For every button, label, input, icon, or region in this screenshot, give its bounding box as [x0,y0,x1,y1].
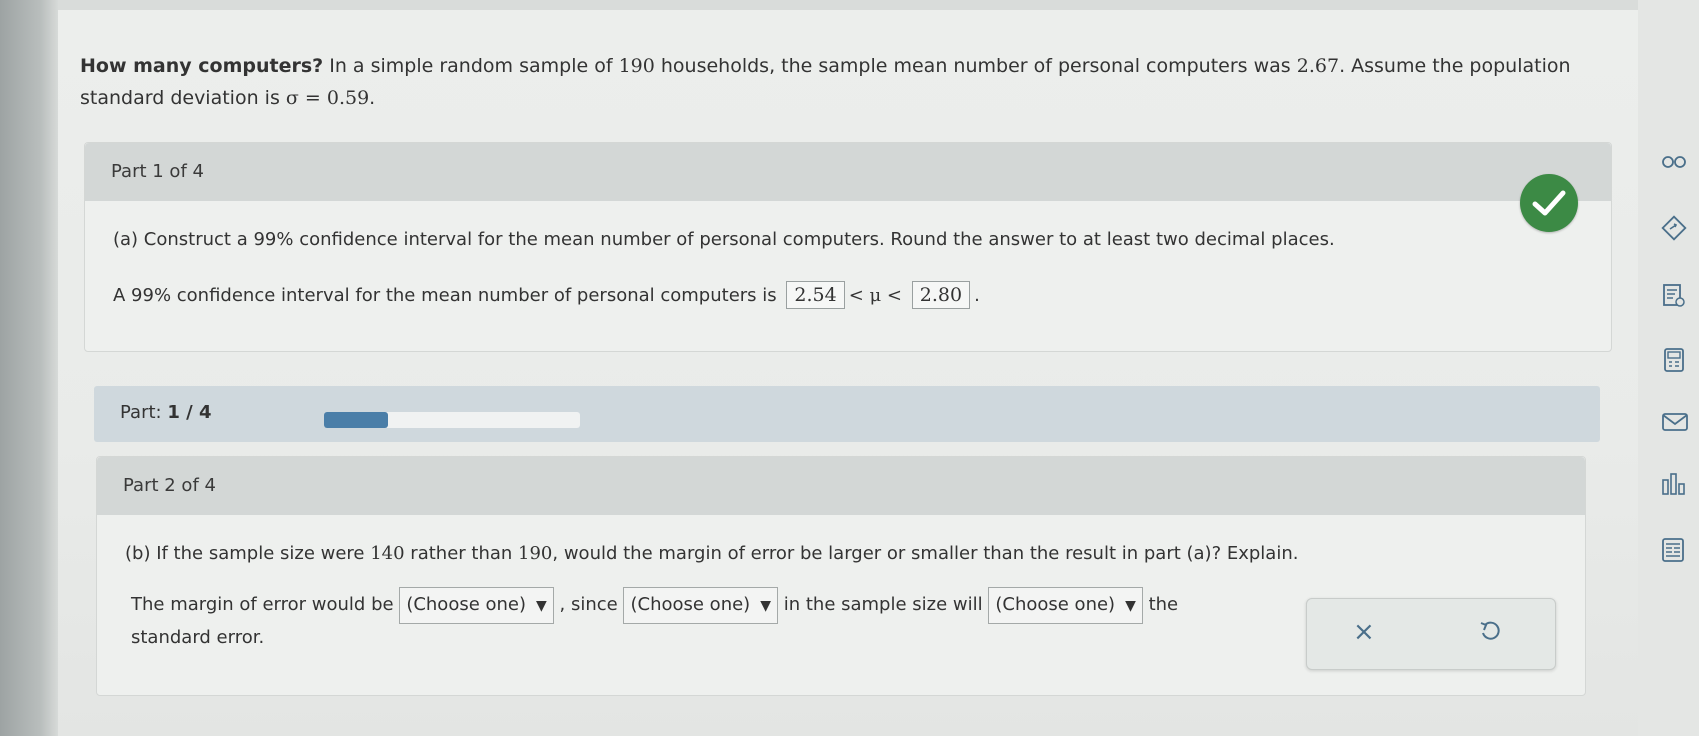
progress-fill [324,412,388,428]
progress-track [324,412,580,428]
question-text: How many computers? In a simple random s… [80,50,1580,114]
std-error-dropdown[interactable]: (Choose one) ▼ [988,587,1143,624]
part1-answer-line: A 99% confidence interval for the mean n… [113,281,980,309]
part1-answer-text: A 99% confidence interval for the mean n… [113,285,777,306]
part1-answer-end: . [974,285,980,306]
question-text-1: In a simple random sample of [323,55,619,77]
infinity-icon[interactable] [1660,152,1688,180]
part1-header: Part 1 of 4 [85,143,1611,201]
lower-bound-input[interactable]: 2.54 [786,281,845,309]
old-sample-size: 190 [518,543,553,564]
data-table-icon[interactable] [1660,536,1688,564]
part1-title: Part 1 of 4 [111,161,204,182]
part2-sentence-1: The margin of error would be [131,594,394,615]
sample-change-dropdown[interactable]: (Choose one) ▼ [623,587,778,624]
part-progress: Part: 1 / 4 [94,386,1600,442]
gradebook-icon[interactable] [1660,470,1688,498]
dropdown-arrow-icon: ▼ [760,598,771,614]
top-bar [58,0,1699,10]
part2-prompt-1: (b) If the sample size were [125,543,371,564]
progress-label-text: Part: [120,402,162,423]
screen-bezel [0,0,58,736]
part2-prompt-3: , would the margin of error be larger or… [552,543,1299,564]
upper-bound-input[interactable]: 2.80 [911,281,971,309]
part2-prompt-2: rather than [404,543,519,564]
new-sample-size: 140 [370,543,405,564]
dropdown1-value: (Choose one) [406,594,527,615]
part2-sentence-3: in the sample size will [783,594,983,615]
part1-prompt: (a) Construct a 99% confidence interval … [113,229,1335,250]
part2-sentence-2: , since [559,594,618,615]
answer-actions: × [1306,598,1556,670]
clear-button[interactable]: × [1353,617,1375,647]
sample-size: 190 [618,55,655,77]
mail-icon[interactable] [1660,410,1688,438]
part2-answer-line: The margin of error would be (Choose one… [131,587,1191,652]
undo-icon[interactable] [1479,619,1501,647]
part2-title: Part 2 of 4 [123,475,216,496]
part2-sentence-4: the [1148,594,1179,615]
dropdown2-value: (Choose one) [630,594,751,615]
textbook-icon[interactable] [1660,282,1688,310]
part2-header: Part 2 of 4 [97,457,1585,515]
dropdown-arrow-icon: ▼ [536,598,547,614]
dropdown-arrow-icon: ▼ [1125,598,1136,614]
part2-prompt: (b) If the sample size were 140 rather t… [125,543,1298,564]
hint-icon[interactable] [1660,214,1688,242]
part1-card: Part 1 of 4 (a) Construct a 99% confiden… [84,142,1612,352]
margin-error-dropdown[interactable]: (Choose one) ▼ [399,587,554,624]
sample-mean: 2.67 [1296,55,1340,77]
question-title: How many computers? [80,55,324,77]
progress-track-wrap [174,403,580,437]
calculator-icon[interactable] [1660,346,1688,374]
sigma-value: σ = 0.59 [285,87,370,109]
question-end: . [369,87,376,109]
mu-inequality: < μ < [848,285,903,306]
question-text-2: households, the sample mean number of pe… [654,55,1297,77]
part2-sentence-5: standard error. [131,627,265,648]
dropdown3-value: (Choose one) [995,594,1116,615]
correct-check-icon [1520,174,1578,232]
